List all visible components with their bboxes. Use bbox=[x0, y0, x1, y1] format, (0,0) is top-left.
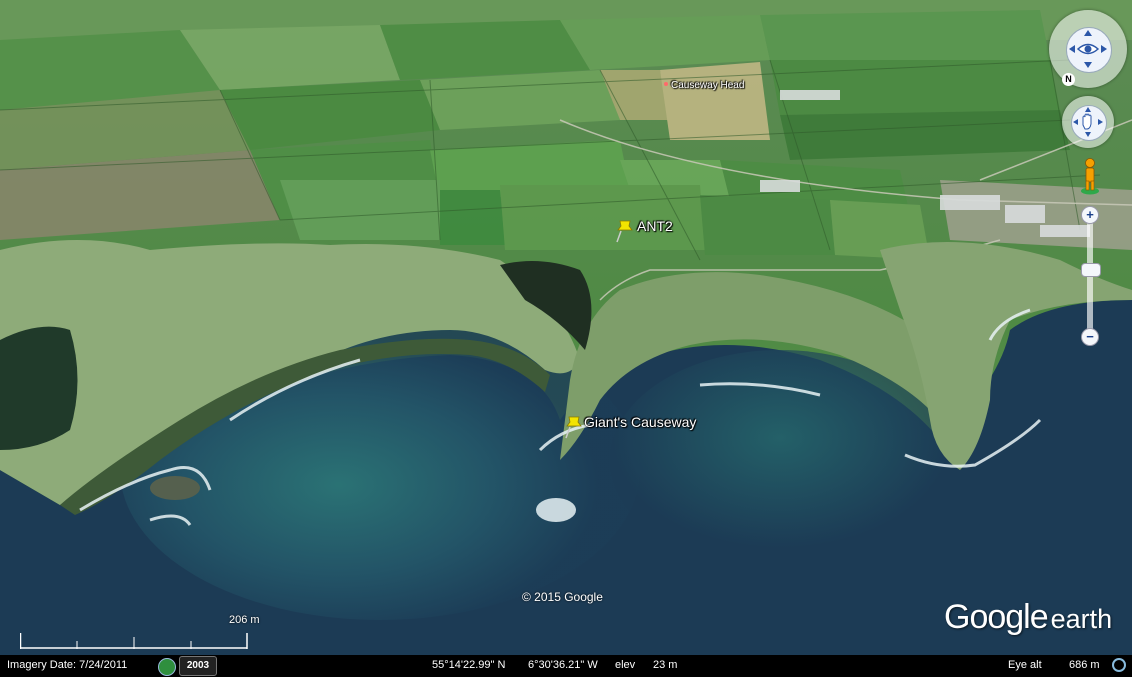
google-earth-logo: Google earth bbox=[944, 598, 1112, 637]
rock-islet bbox=[150, 476, 200, 500]
far-west-point bbox=[0, 326, 78, 450]
pushpin-icon[interactable] bbox=[563, 414, 585, 440]
satellite-map[interactable] bbox=[0, 0, 1132, 655]
pushpin-icon[interactable] bbox=[614, 218, 636, 244]
historical-imagery-clock-icon[interactable] bbox=[158, 658, 176, 676]
hand-icon bbox=[1073, 107, 1103, 137]
eye-alt-value: 686 m bbox=[1069, 659, 1100, 671]
causeway-head-dot-icon bbox=[664, 82, 668, 86]
elevation-label: elev bbox=[615, 659, 636, 671]
zoom-in-button[interactable]: + bbox=[1081, 206, 1099, 224]
logo-earth: earth bbox=[1050, 604, 1113, 634]
look-arrows-icon bbox=[1069, 30, 1107, 68]
place-label-causeway-head[interactable]: Causeway Head bbox=[671, 80, 744, 91]
status-bar: Imagery Date: 7/24/2011 2003 55°14'22.99… bbox=[0, 655, 1132, 677]
zoom-out-button[interactable]: − bbox=[1081, 328, 1099, 346]
copyright-text: © 2015 Google bbox=[522, 590, 603, 604]
longitude: 6°30'36.21" W bbox=[528, 659, 598, 671]
historical-year-button[interactable]: 2003 bbox=[179, 656, 217, 676]
elevation-value: 23 m bbox=[653, 659, 678, 671]
zoom-slider-thumb[interactable] bbox=[1081, 263, 1101, 277]
streaming-indicator-icon bbox=[1112, 658, 1126, 672]
logo-google: Google bbox=[944, 598, 1049, 636]
scale-bar bbox=[20, 633, 248, 649]
scale-label: 206 m bbox=[229, 614, 260, 626]
place-label-ant2[interactable]: ANT2 bbox=[637, 218, 673, 234]
latitude: 55°14'22.99" N bbox=[432, 659, 506, 671]
place-label-giants-causeway[interactable]: Giant's Causeway bbox=[584, 414, 696, 430]
pegman-icon[interactable] bbox=[1079, 157, 1101, 195]
surf-patch bbox=[536, 498, 576, 522]
eye-alt-label: Eye alt bbox=[1008, 659, 1042, 671]
north-indicator[interactable]: N bbox=[1062, 73, 1075, 86]
imagery-date: Imagery Date: 7/24/2011 bbox=[7, 659, 128, 671]
